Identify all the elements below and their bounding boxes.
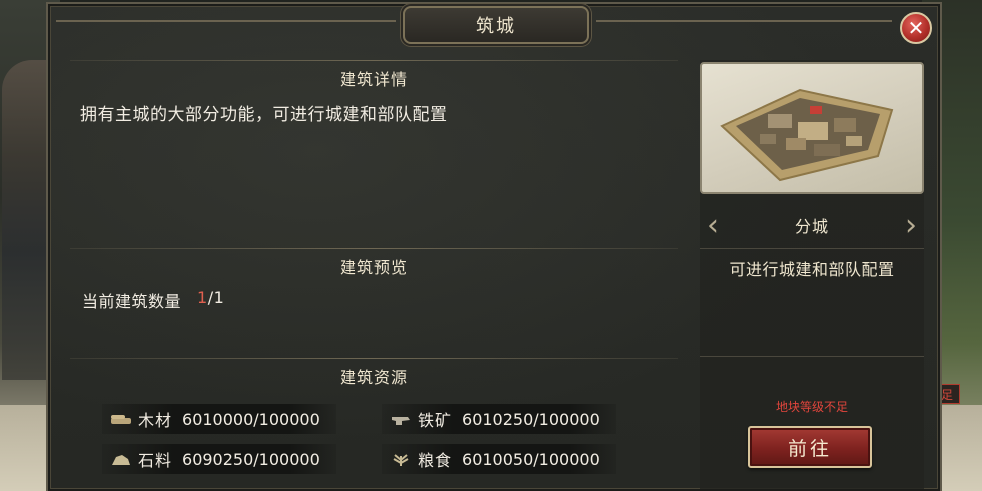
building-name-divider xyxy=(700,248,924,249)
preview-top-divider xyxy=(70,248,678,249)
resource-label: 石料 xyxy=(138,451,173,470)
building-name: 分城 xyxy=(794,217,829,236)
building-description: 可进行城建和部队配置 xyxy=(729,260,895,279)
details-section-title: 建筑详情 xyxy=(339,70,408,89)
wood-icon xyxy=(110,412,132,426)
resource-label: 木材 xyxy=(138,411,173,430)
details-description: 拥有主城的大部分功能，可进行城建和部队配置 xyxy=(80,105,448,125)
building-count-row: 当前建筑数量 1/1 xyxy=(82,288,224,312)
building-count-current: 1 xyxy=(197,288,208,307)
title-right-ornament xyxy=(596,20,892,22)
resource-value: 6010050/100000 xyxy=(462,449,600,469)
resource-value: 6010000/100000 xyxy=(182,409,320,429)
close-icon: ✕ xyxy=(907,16,925,40)
building-count-label: 当前建筑数量 xyxy=(82,292,182,311)
land-level-warning: 地块等级不足 xyxy=(775,400,848,414)
resource-wood: 木材 6010000/100000 xyxy=(102,404,336,434)
resources-top-divider xyxy=(70,358,678,359)
next-building-button[interactable]: › xyxy=(898,206,924,244)
resource-label: 粮食 xyxy=(418,451,453,470)
iron-icon xyxy=(390,412,412,426)
chevron-right-icon: › xyxy=(904,207,917,243)
resource-iron: 铁矿 6010250/100000 xyxy=(382,404,616,434)
chevron-left-icon: ‹ xyxy=(707,207,719,243)
resource-value: 6090250/100000 xyxy=(182,449,320,469)
dialog-title: 筑城 xyxy=(403,6,589,44)
building-switcher: ‹ 分城 › xyxy=(700,204,924,246)
close-button[interactable]: ✕ xyxy=(900,12,932,44)
building-preview-image xyxy=(700,62,924,194)
prev-building-button[interactable]: ‹ xyxy=(700,206,726,244)
preview-section-title: 建筑预览 xyxy=(339,258,408,277)
resources-section-title: 建筑资源 xyxy=(339,368,408,387)
resource-grain: 粮食 6010050/100000 xyxy=(382,444,616,474)
grain-icon xyxy=(390,452,412,466)
building-count-value: 1/1 xyxy=(197,288,224,312)
resource-stone: 石料 6090250/100000 xyxy=(102,444,336,474)
details-top-divider xyxy=(70,60,678,61)
action-divider xyxy=(700,356,924,357)
building-count-total: /1 xyxy=(207,288,225,307)
resource-label: 铁矿 xyxy=(418,411,453,430)
title-left-ornament xyxy=(56,20,396,22)
resource-value: 6010250/100000 xyxy=(462,409,600,429)
go-button[interactable]: 前往 xyxy=(748,426,872,468)
stone-icon xyxy=(110,452,132,466)
